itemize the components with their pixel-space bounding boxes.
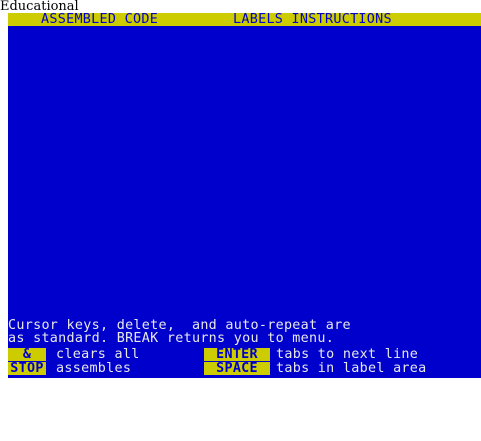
key-row-1: & clears all ENTER tabs to next line xyxy=(8,348,481,361)
column-header-bar: ASSEMBLED CODE LABELS INSTRUCTIONS xyxy=(8,13,481,26)
enter-key: ENTER xyxy=(204,348,270,361)
stop-key-description-1: clears all xyxy=(56,347,140,362)
assembled-code-header: ASSEMBLED CODE xyxy=(41,12,159,27)
enter-key-description: tabs to next line xyxy=(276,347,419,362)
help-line-2: as standard. BREAK returns you to menu. xyxy=(8,331,335,346)
key-row-2: STOP assembles SPACE tabs in label area xyxy=(8,362,481,375)
stop-key-description-2: assembles xyxy=(56,361,132,376)
labels-instructions-header: LABELS INSTRUCTIONS xyxy=(233,12,392,27)
space-key-description: tabs in label area xyxy=(276,361,427,376)
stop-key-top: & xyxy=(8,348,46,361)
space-key: SPACE xyxy=(204,362,270,375)
assembler-screen: ASSEMBLED CODE LABELS INSTRUCTIONS Curso… xyxy=(8,13,481,378)
stop-key-bottom: STOP xyxy=(8,362,46,375)
